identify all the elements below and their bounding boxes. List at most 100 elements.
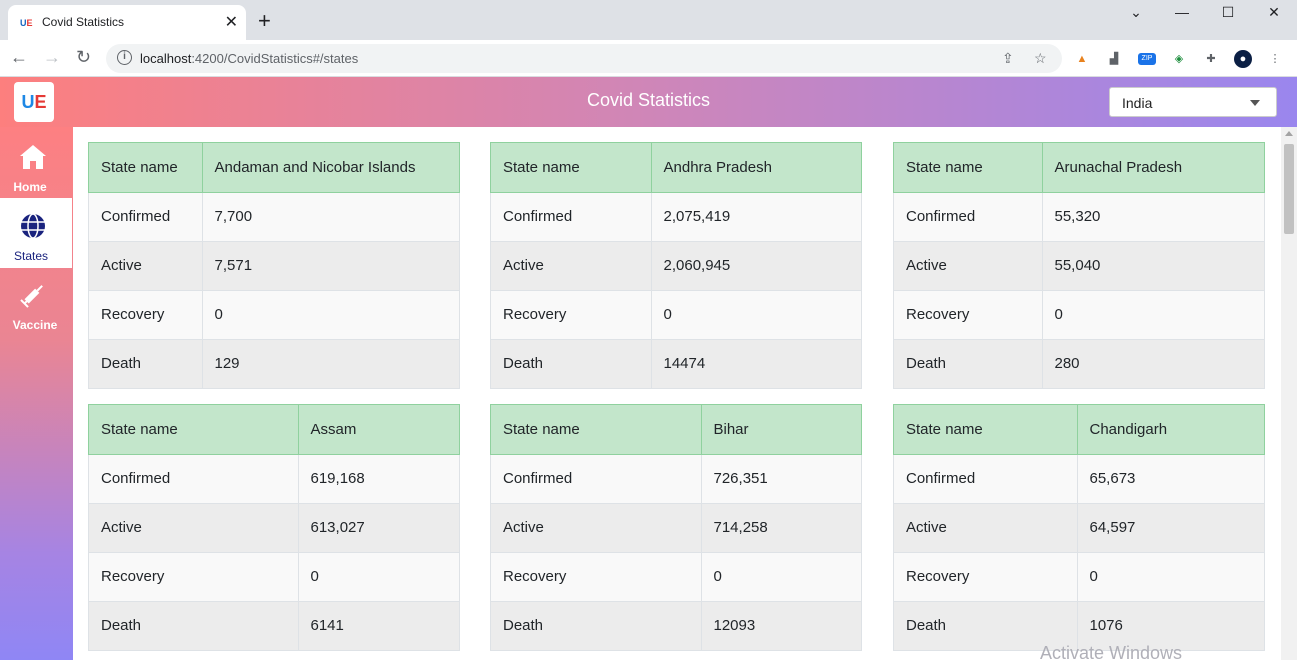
scrollbar[interactable] (1281, 127, 1297, 660)
table-row: Active 714,258 (491, 502, 861, 552)
row-label: Recovery (491, 551, 702, 601)
stat-value: 55,040 (1042, 240, 1264, 290)
row-label: Confirmed (894, 453, 1078, 503)
row-label: Active (491, 240, 652, 290)
sidebar-item-states[interactable]: States (0, 198, 72, 268)
table-row: Recovery 0 (89, 289, 459, 339)
zip-extension-icon[interactable]: ZIP (1138, 53, 1156, 65)
table-row: State name Chandigarh (893, 404, 1265, 455)
state-table: State name Andaman and Nicobar Islands Con… (88, 142, 460, 388)
stat-value: 280 (1042, 338, 1264, 388)
chevron-down-icon (1250, 100, 1260, 106)
table-row: Recovery 0 (894, 551, 1264, 601)
app-header: UE Covid Statistics India (0, 77, 1297, 127)
row-label: Recovery (894, 551, 1078, 601)
stat-value: 12093 (701, 600, 861, 650)
extension-badge-icon[interactable]: ◈ (1170, 50, 1188, 68)
state-card: State name Arunachal Pradesh Confirmed 55,3… (893, 142, 1265, 389)
globe-icon (21, 213, 45, 239)
row-label: Active (491, 502, 702, 552)
row-label: Active (89, 502, 299, 552)
sidebar-item-label: Vaccine (12, 318, 58, 332)
page-title: Covid Statistics (586, 90, 711, 110)
profile-avatar-icon[interactable]: ● (1234, 50, 1252, 68)
country-select[interactable]: India (1109, 87, 1277, 117)
row-label: Death (491, 338, 652, 388)
metamask-extension-icon[interactable]: ▲ (1073, 50, 1091, 68)
scroll-thumb[interactable] (1284, 144, 1294, 234)
row-label: Recovery (89, 289, 203, 339)
syringe-icon (20, 285, 43, 308)
browser-toolbar: ← → ↻ i localhost:4200/CovidStatistics#/… (0, 40, 1297, 77)
stat-value: 7,571 (202, 240, 459, 290)
stat-value: 14474 (651, 338, 861, 388)
forward-icon[interactable]: → (43, 47, 61, 68)
table-row: Recovery 0 (89, 551, 459, 601)
state-name: Andhra Pradesh (651, 143, 861, 192)
row-label: Active (894, 502, 1078, 552)
sidebar-item-label: States (13, 249, 49, 263)
row-label: Confirmed (894, 191, 1043, 241)
row-label: Death (89, 600, 299, 650)
stat-value: 2,060,945 (651, 240, 861, 290)
row-label: Confirmed (491, 453, 702, 503)
tab-close-icon[interactable]: ✕ (225, 12, 238, 32)
site-info-icon[interactable]: i (117, 50, 132, 65)
analytics-extension-icon[interactable]: ▟ (1105, 50, 1123, 68)
extensions-puzzle-icon[interactable]: ✚ (1202, 50, 1220, 68)
table-row: Confirmed 619,168 (89, 453, 459, 503)
windows-watermark: Activate Windows (1040, 643, 1183, 663)
stat-value: 0 (1042, 289, 1264, 339)
state-card: State name Assam Confirmed 619,168 Active 613… (88, 404, 460, 651)
url-text[interactable]: localhost:4200/CovidStatistics#/states (140, 51, 358, 66)
share-icon[interactable]: ⇪ (1002, 50, 1014, 67)
table-row: Active 7,571 (89, 240, 459, 290)
table-row: Death 6141 (89, 600, 459, 650)
state-card: State name Chandigarh Confirmed 65,673 Activ… (893, 404, 1265, 651)
stat-value: 0 (202, 289, 459, 339)
scroll-up-icon[interactable] (1285, 131, 1293, 136)
maximize-icon[interactable]: ☐ (1205, 4, 1251, 21)
stat-value: 714,258 (701, 502, 861, 552)
table-row: Death 129 (89, 338, 459, 388)
table-row: State name Assam (88, 404, 460, 455)
reload-icon[interactable]: ↻ (76, 47, 91, 68)
row-label: Recovery (894, 289, 1043, 339)
table-row: Confirmed 2,075,419 (491, 191, 861, 241)
address-bar[interactable]: i localhost:4200/CovidStatistics#/states… (106, 44, 1062, 73)
bookmark-star-icon[interactable]: ☆ (1034, 50, 1047, 67)
table-row: Death 12093 (491, 600, 861, 650)
stat-value: 65,673 (1077, 453, 1264, 503)
table-row: Confirmed 65,673 (894, 453, 1264, 503)
sidebar-item-label: Home (13, 180, 47, 194)
stat-value: 129 (202, 338, 459, 388)
states-grid: State name Andaman and Nicobar Islands Con… (73, 127, 1281, 660)
minimize-icon[interactable]: — (1159, 4, 1205, 20)
row-label: Recovery (491, 289, 652, 339)
state-table: State name Bihar Confirmed 726,351 Active 714… (490, 404, 862, 650)
sidebar-item-home[interactable]: Home (0, 129, 72, 199)
sidebar-item-vaccine[interactable]: Vaccine (0, 267, 72, 337)
close-window-icon[interactable]: ✕ (1251, 4, 1297, 21)
state-name: Assam (298, 405, 459, 454)
tab-search-icon[interactable]: ⌄ (1113, 4, 1159, 21)
table-row: Active 64,597 (894, 502, 1264, 552)
new-tab-icon[interactable]: + (258, 8, 271, 34)
stat-value: 55,320 (1042, 191, 1264, 241)
home-icon (20, 145, 46, 169)
table-row: State name Bihar (490, 404, 862, 455)
table-row: Death 14474 (491, 338, 861, 388)
back-icon[interactable]: ← (10, 47, 28, 68)
row-label: Death (894, 338, 1043, 388)
table-row: Confirmed 726,351 (491, 453, 861, 503)
stat-value: 619,168 (298, 453, 459, 503)
row-label: Active (894, 240, 1043, 290)
row-label: Confirmed (89, 191, 203, 241)
state-table: State name Arunachal Pradesh Confirmed 55,3… (893, 142, 1265, 388)
menu-kebab-icon[interactable]: ⋮ (1266, 50, 1284, 68)
browser-tab[interactable]: UE Covid Statistics ✕ (8, 5, 246, 40)
table-row: State name Arunachal Pradesh (893, 142, 1265, 193)
table-row: Recovery 0 (894, 289, 1264, 339)
table-row: Recovery 0 (491, 551, 861, 601)
browser-tabbar: UE Covid Statistics ✕ + ⌄ — ☐ ✕ (0, 0, 1297, 40)
